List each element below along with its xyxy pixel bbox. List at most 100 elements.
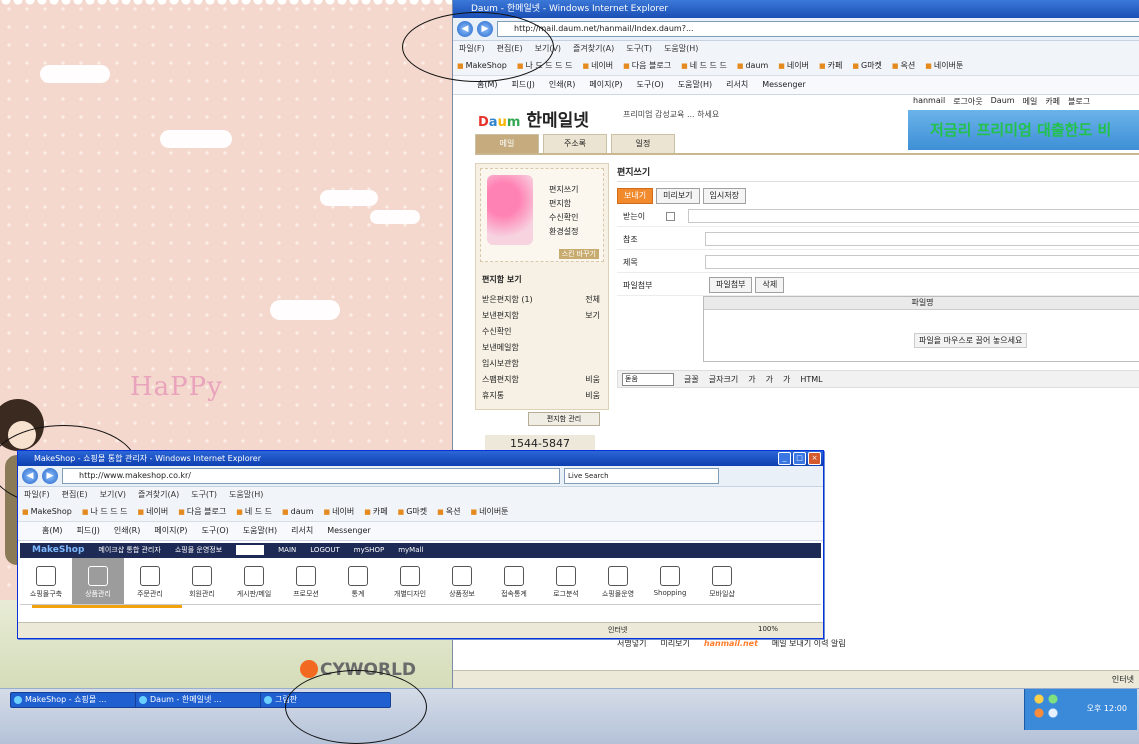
- menu-edit[interactable]: 편집(E): [62, 487, 88, 503]
- forward-button-icon[interactable]: ▶: [42, 468, 58, 484]
- favorite-link[interactable]: 네이버: [323, 503, 354, 521]
- top-link[interactable]: Daum: [991, 96, 1015, 107]
- tool-mobile[interactable]: 모바일샵: [696, 558, 748, 604]
- back-button-icon[interactable]: ◀: [22, 468, 38, 484]
- favorite-link[interactable]: 네 드 드 드: [681, 57, 727, 75]
- top-link[interactable]: 카페: [1045, 96, 1060, 107]
- top-link[interactable]: 로그아웃: [953, 96, 982, 107]
- mailbox-item[interactable]: 휴지통 비움: [482, 390, 600, 406]
- promo-text[interactable]: 프리미엄 감성교육 ... 하세요: [623, 109, 719, 120]
- ad-banner[interactable]: 저금리 프리미엄 대출한도 비: [908, 110, 1139, 150]
- favorite-link[interactable]: G마켓: [398, 503, 427, 521]
- favorite-link[interactable]: 나 드 드 드: [82, 503, 127, 521]
- stamp-menu-item[interactable]: 수신확인: [549, 211, 578, 225]
- clock[interactable]: 오후 12:00: [1087, 703, 1127, 714]
- tool-product-info[interactable]: 상품정보: [436, 558, 488, 604]
- mailbox-item[interactable]: 보낸메일함: [482, 342, 600, 358]
- cmd-home[interactable]: 홈(M): [42, 522, 63, 540]
- favorite-link[interactable]: 다음 블로그: [623, 57, 671, 75]
- tool-order[interactable]: 주문관리: [124, 558, 176, 604]
- signature-option[interactable]: 서명넣기: [617, 638, 646, 649]
- favorite-link[interactable]: G마켓: [852, 57, 882, 75]
- favorite-link[interactable]: daum: [737, 57, 768, 75]
- subject-input[interactable]: [705, 255, 1139, 269]
- mailbox-item[interactable]: 스팸편지함 비움: [482, 374, 600, 390]
- tool-operation[interactable]: 쇼핑몰운영: [592, 558, 644, 604]
- stamp-menu-item[interactable]: 환경설정: [549, 225, 578, 239]
- cmd-help[interactable]: 도움말(H): [243, 522, 277, 540]
- favorite-link[interactable]: 네이버: [138, 503, 168, 521]
- cc-input[interactable]: [705, 232, 1139, 246]
- makeshop-search-input[interactable]: [236, 545, 265, 555]
- mailbox-item[interactable]: 보낸편지함 보기: [482, 310, 600, 326]
- tool-shop-build[interactable]: 쇼핑몰구축: [20, 558, 72, 604]
- nav-logout[interactable]: LOGOUT: [310, 543, 340, 558]
- attach-file-button[interactable]: 파일첨부: [709, 277, 753, 293]
- daum-logo[interactable]: Daum 한메일넷: [478, 106, 589, 131]
- editor-tool[interactable]: 글자크기: [709, 374, 738, 385]
- save-draft-button[interactable]: 임시저장: [702, 188, 746, 204]
- favorite-link[interactable]: 다음 블로그: [178, 503, 226, 521]
- bold-button[interactable]: 가: [748, 374, 755, 385]
- menu-help[interactable]: 도움말(H): [229, 487, 263, 503]
- favorite-link[interactable]: 네이버툰: [925, 57, 963, 75]
- mailbox-item[interactable]: 수신확인: [482, 326, 600, 342]
- html-button[interactable]: HTML: [800, 375, 822, 384]
- tool-board[interactable]: 게시판/메일: [228, 558, 280, 604]
- tool-product[interactable]: 상품관리: [72, 558, 124, 604]
- skin-change-tag[interactable]: 스킨 바꾸기: [558, 249, 599, 259]
- top-link[interactable]: 메일: [1023, 96, 1038, 107]
- favorite-link[interactable]: 네이버: [582, 57, 613, 75]
- favorite-link[interactable]: 네이버: [778, 57, 809, 75]
- maximize-icon[interactable]: □: [793, 452, 806, 465]
- nav-myshop[interactable]: mySHOP: [354, 543, 384, 558]
- favorite-link[interactable]: MakeShop: [22, 503, 72, 521]
- top-link[interactable]: 블로그: [1068, 96, 1090, 107]
- menu-help[interactable]: 도움말(H): [664, 41, 698, 57]
- font-select[interactable]: 돋움: [622, 372, 674, 386]
- tab-addressbook[interactable]: 주소록: [543, 134, 607, 154]
- preview-button[interactable]: 미리보기: [656, 188, 700, 204]
- tool-log[interactable]: 로그분석: [540, 558, 592, 604]
- cmd-feeds[interactable]: 피드(J): [77, 522, 100, 540]
- send-button[interactable]: 보내기: [617, 188, 654, 204]
- menu-file[interactable]: 파일(F): [24, 487, 50, 503]
- taskbar-item-makeshop[interactable]: MakeShop - 쇼핑몰 ...: [10, 692, 141, 708]
- stamp-menu-item[interactable]: 편지함: [549, 197, 578, 211]
- favorite-link[interactable]: 네 드 드: [236, 503, 272, 521]
- tray-icons[interactable]: [1033, 693, 1069, 723]
- favorite-link[interactable]: 카페: [364, 503, 388, 521]
- top-link[interactable]: hanmail: [913, 96, 945, 107]
- tab-mail[interactable]: 메일: [475, 134, 539, 154]
- underline-button[interactable]: 가: [783, 374, 790, 385]
- tab-calendar[interactable]: 일정: [611, 134, 675, 154]
- live-search-input[interactable]: Live Search: [564, 468, 719, 484]
- cmd-print[interactable]: 인쇄(R): [114, 522, 141, 540]
- editor-tool[interactable]: 글꼴: [684, 374, 699, 385]
- makeshop-logo[interactable]: MakeShop: [32, 543, 84, 558]
- stamp-menu-item[interactable]: 편지쓰기: [549, 183, 578, 197]
- favorite-link[interactable]: 옥션: [892, 57, 916, 75]
- preview-option[interactable]: 미리보기: [660, 638, 689, 649]
- tool-shopping[interactable]: Shopping: [644, 558, 696, 604]
- tool-access-stats[interactable]: 접속통계: [488, 558, 540, 604]
- mailbox-item[interactable]: 받은편지함 (1) 전체: [482, 294, 600, 310]
- menu-view[interactable]: 보기(V): [100, 487, 126, 503]
- tool-design[interactable]: 개별디자인: [384, 558, 436, 604]
- menu-favorites[interactable]: 즐겨찾기(A): [138, 487, 179, 503]
- tool-member[interactable]: 회원관리: [176, 558, 228, 604]
- favorite-link[interactable]: 옥션: [437, 503, 461, 521]
- zoom-level[interactable]: 100%: [758, 625, 778, 633]
- taskbar-item-daum[interactable]: Daum - 한메일넷 ...: [135, 692, 266, 708]
- cmd-research[interactable]: 리서치: [291, 522, 313, 540]
- to-input[interactable]: [688, 209, 1139, 223]
- to-checkbox[interactable]: [666, 211, 675, 221]
- menu-tools[interactable]: 도구(T): [191, 487, 217, 503]
- mailbox-item[interactable]: 임시보관함: [482, 358, 600, 374]
- tool-stats[interactable]: 통계: [332, 558, 384, 604]
- minimize-icon[interactable]: _: [778, 452, 791, 465]
- address-input[interactable]: http://www.makeshop.co.kr/: [62, 468, 560, 484]
- menu-favorites[interactable]: 즐겨찾기(A): [573, 41, 614, 57]
- cmd-tools[interactable]: 도구(O): [202, 522, 229, 540]
- nav-item[interactable]: 쇼핑몰 운영정보: [175, 543, 222, 558]
